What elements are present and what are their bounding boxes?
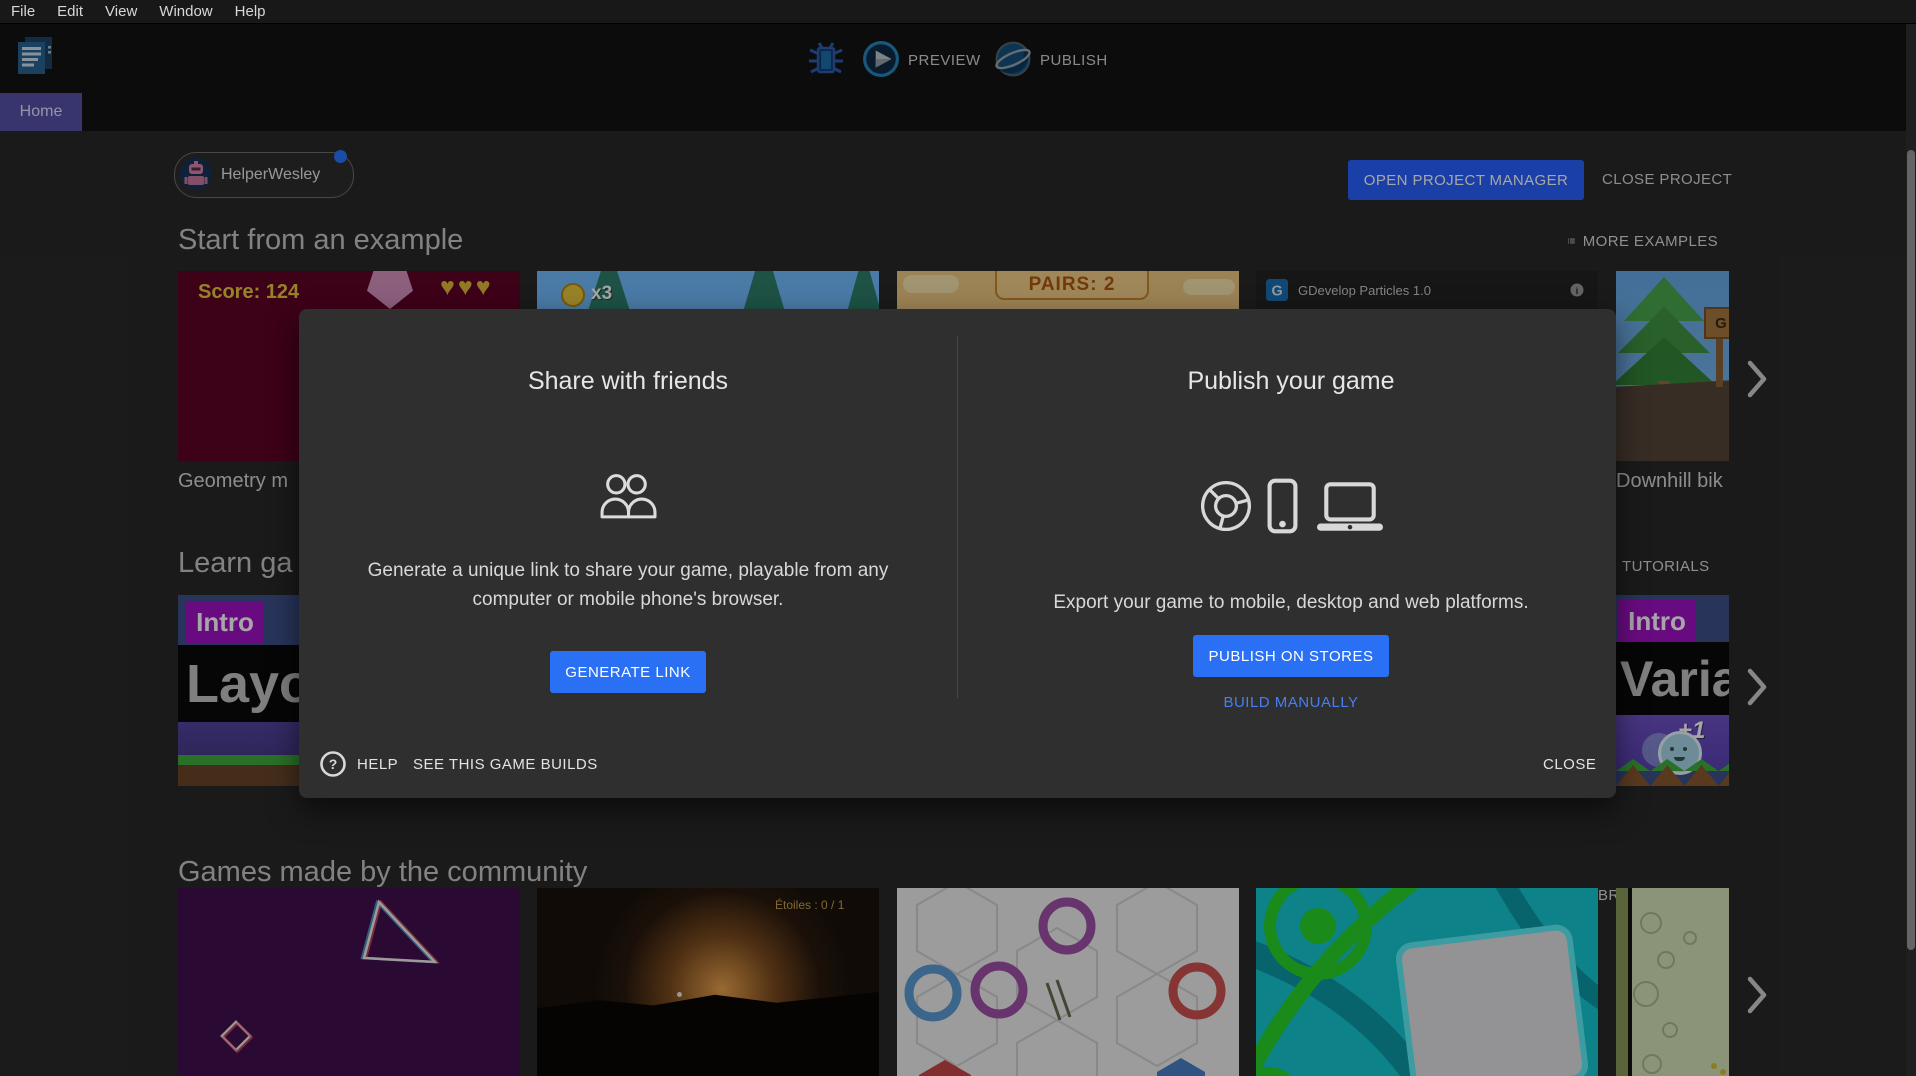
gdevelop-window: PREVIEW PUBLISH Home HelperWesley OPEN P…: [0, 0, 1916, 1076]
phone-icon: [1267, 478, 1298, 534]
share-title: Share with friends: [328, 367, 928, 396]
share-publish-dialog: Share with friends Generate a unique lin…: [299, 309, 1616, 798]
share-description: Generate a unique link to share your gam…: [328, 556, 928, 614]
menu-item-view[interactable]: View: [94, 3, 148, 20]
menu-bar: File Edit View Window Help: [0, 0, 1916, 24]
chrome-icon: [1199, 479, 1253, 533]
menu-item-file[interactable]: File: [0, 3, 46, 20]
close-dialog-button[interactable]: CLOSE: [1537, 755, 1602, 774]
menu-item-edit[interactable]: Edit: [46, 3, 94, 20]
generate-link-button[interactable]: GENERATE LINK: [550, 651, 706, 693]
menu-item-help[interactable]: Help: [224, 3, 277, 20]
help-circle-icon: ?: [319, 750, 347, 778]
help-button[interactable]: ? HELP: [319, 749, 409, 779]
svg-text:?: ?: [329, 756, 338, 772]
see-game-builds-button[interactable]: SEE THIS GAME BUILDS: [407, 755, 604, 774]
dialog-divider: [957, 336, 958, 698]
help-label: HELP: [357, 756, 398, 773]
publish-on-stores-button[interactable]: PUBLISH ON STORES: [1193, 635, 1389, 677]
laptop-icon: [1317, 482, 1383, 532]
menu-item-window[interactable]: Window: [148, 3, 223, 20]
publish-description: Export your game to mobile, desktop and …: [991, 588, 1591, 617]
build-manually-link[interactable]: BUILD MANUALLY: [991, 693, 1591, 712]
publish-title: Publish your game: [991, 367, 1591, 396]
people-icon: [599, 472, 657, 519]
